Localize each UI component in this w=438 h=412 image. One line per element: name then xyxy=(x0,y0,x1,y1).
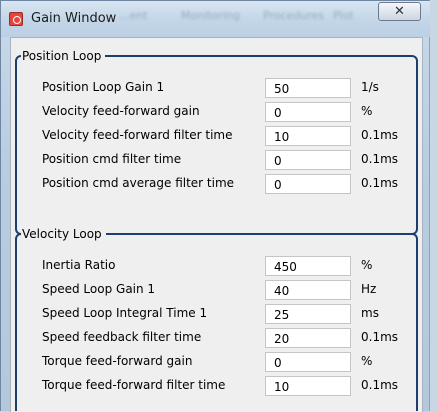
param-value-input[interactable] xyxy=(265,304,351,324)
param-row: Inertia Ratio% xyxy=(17,255,416,277)
param-value-input[interactable] xyxy=(265,78,351,98)
param-row: Speed Loop Gain 1 Hz xyxy=(17,279,416,301)
close-icon: ✕ xyxy=(394,4,405,19)
param-value-input[interactable] xyxy=(265,280,351,300)
window-client-area: Position Loop Position Loop Gain 1 1/s Vel… xyxy=(10,37,423,412)
param-value-input[interactable] xyxy=(265,126,351,146)
param-unit: 0.1ms xyxy=(361,378,399,392)
param-label: Torque feed-forward gain xyxy=(42,354,193,368)
param-label: Speed Loop Integral Time 1 xyxy=(42,306,208,320)
velocity-loop-title: Velocity Loop xyxy=(21,226,106,242)
param-unit: 0.1ms xyxy=(361,330,399,344)
param-row: Velocity feed-forward filter time 0.1ms xyxy=(17,125,416,147)
param-label: Position cmd filter time xyxy=(42,152,182,166)
param-row: Position cmd average filter time 0.1ms xyxy=(17,173,416,195)
param-label: Position cmd average filter time xyxy=(42,176,235,190)
param-label: Inertia Ratio xyxy=(42,258,116,272)
param-unit: 0.1ms xyxy=(361,176,399,190)
param-unit: % xyxy=(361,258,373,272)
gain-window: ...ent Monitoring Procedures Plot Gain W… xyxy=(0,0,430,412)
param-row: Speed feedback filter time 0.1ms xyxy=(17,327,416,349)
param-label: Speed Loop Gain 1 xyxy=(42,282,156,296)
ghost-menu-item: Plot xyxy=(333,9,354,22)
param-value-input[interactable] xyxy=(265,376,351,396)
param-label: Velocity feed-forward filter time xyxy=(42,128,233,142)
param-value-input[interactable] xyxy=(265,174,351,194)
ghost-menu-item: Procedures xyxy=(263,9,324,22)
param-value-input[interactable] xyxy=(265,256,351,276)
param-row: Torque feed-forward gain% xyxy=(17,351,416,373)
param-row: Position cmd filter time 0.1ms xyxy=(17,149,416,171)
param-label: Velocity feed-forward gain xyxy=(42,104,200,118)
param-row: Position Loop Gain 1 1/s xyxy=(17,77,416,99)
app-icon xyxy=(9,12,23,26)
title-bar[interactable]: ...ent Monitoring Procedures Plot Gain W… xyxy=(1,1,430,37)
param-row: Velocity feed-forward gain% xyxy=(17,101,416,123)
param-unit: 0.1ms xyxy=(361,152,399,166)
param-unit: 0.1ms xyxy=(361,128,399,142)
param-unit: Hz xyxy=(361,282,377,296)
param-label: Speed feedback filter time xyxy=(42,330,202,344)
param-unit: ms xyxy=(361,306,379,320)
param-unit: % xyxy=(361,354,373,368)
window-title: Gain Window xyxy=(31,11,117,26)
ghost-menu-item: Monitoring xyxy=(181,9,240,22)
ghost-menu-item: ...ent xyxy=(119,9,148,22)
param-label: Torque feed-forward filter time xyxy=(42,378,226,392)
close-button[interactable]: ✕ xyxy=(378,2,421,21)
param-row: Speed Loop Integral Time 1 ms xyxy=(17,303,416,325)
param-value-input[interactable] xyxy=(265,150,351,170)
param-unit: 1/s xyxy=(361,80,379,94)
position-loop-group: Position Loop Position Loop Gain 1 1/s Vel… xyxy=(15,48,418,235)
param-value-input[interactable] xyxy=(265,102,351,122)
param-label: Position Loop Gain 1 xyxy=(42,80,165,94)
velocity-loop-group: Velocity Loop Inertia Ratio%Speed Loop G… xyxy=(15,226,418,411)
param-row: Torque feed-forward filter time 0.1ms xyxy=(17,375,416,397)
position-loop-title: Position Loop xyxy=(21,48,106,64)
param-value-input[interactable] xyxy=(265,352,351,372)
param-unit: % xyxy=(361,104,373,118)
param-value-input[interactable] xyxy=(265,328,351,348)
